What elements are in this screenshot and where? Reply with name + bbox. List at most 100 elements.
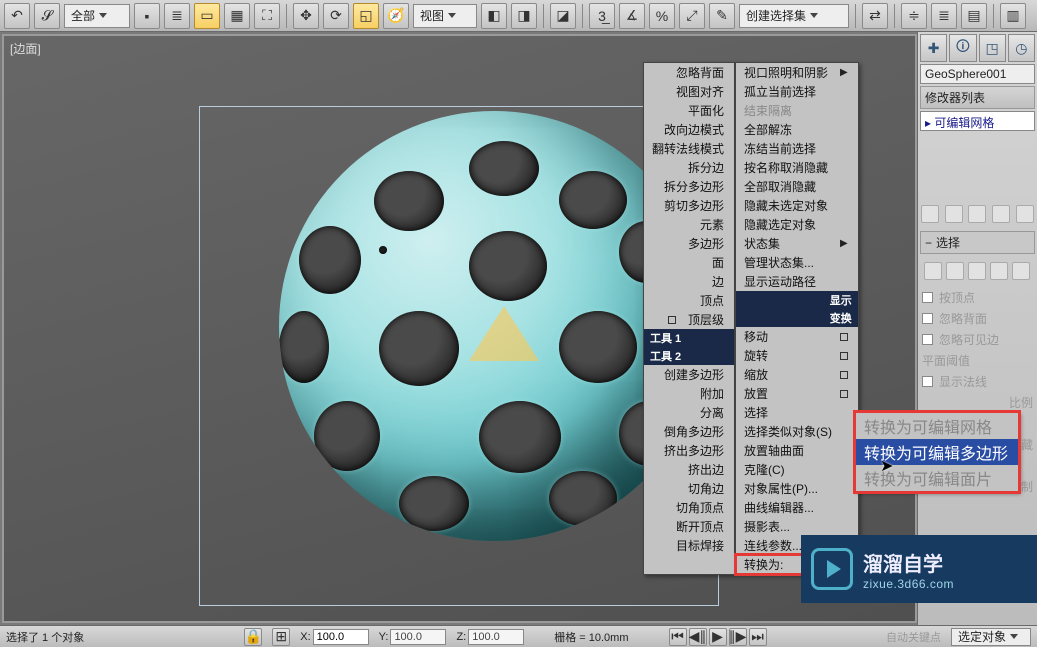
context-menu-item[interactable]: 按名称取消隐藏 bbox=[736, 158, 858, 177]
motion-tab-icon[interactable]: ◷ bbox=[1008, 34, 1035, 62]
hierarchy-tab-icon[interactable]: ◳ bbox=[979, 34, 1006, 62]
context-menu-item[interactable]: 挤出多边形 bbox=[644, 441, 734, 460]
spinner-snap-icon[interactable]: ⤢ bbox=[679, 3, 705, 29]
poly-subobj-icon[interactable] bbox=[990, 262, 1008, 280]
context-menu-item[interactable]: 拆分边 bbox=[644, 158, 734, 177]
select-rect-icon[interactable]: ▭ bbox=[194, 3, 220, 29]
scope-dropdown[interactable]: 全部 bbox=[64, 4, 130, 28]
face-subobj-icon[interactable] bbox=[968, 262, 986, 280]
angle-snap-icon[interactable]: ∡ bbox=[619, 3, 645, 29]
context-menu-item[interactable]: 孤立当前选择 bbox=[736, 82, 858, 101]
context-menu-item[interactable]: 全部取消隐藏 bbox=[736, 177, 858, 196]
x-input[interactable] bbox=[313, 629, 369, 645]
context-menu-item[interactable]: 分离 bbox=[644, 403, 734, 422]
configure-icon[interactable] bbox=[1016, 205, 1034, 223]
select-name-icon[interactable]: ≣ bbox=[164, 3, 190, 29]
by-vertex-checkbox[interactable] bbox=[922, 292, 933, 303]
goto-start-icon[interactable]: ⏮ bbox=[669, 628, 687, 646]
select-crossing-icon[interactable]: ⛶ bbox=[254, 3, 280, 29]
context-menu-item[interactable]: 选择 bbox=[736, 403, 858, 422]
context-menu-item[interactable]: 放置轴曲面 bbox=[736, 441, 858, 460]
pin-stack-icon[interactable] bbox=[921, 205, 939, 223]
context-menu-item[interactable]: 对象属性(P)... bbox=[736, 479, 858, 498]
context-menu-item[interactable]: 忽略背面 bbox=[644, 63, 734, 82]
vertex-subobj-icon[interactable] bbox=[924, 262, 942, 280]
context-menu-item[interactable]: 状态集▶ bbox=[736, 234, 858, 253]
abs-mode-icon[interactable]: ⊞ bbox=[272, 628, 290, 646]
context-menu-item[interactable]: 改向边模式 bbox=[644, 120, 734, 139]
z-input[interactable] bbox=[468, 629, 524, 645]
next-frame-icon[interactable]: ∥▶ bbox=[729, 628, 747, 646]
context-menu-item[interactable]: 平面化 bbox=[644, 101, 734, 120]
context-menu-item[interactable]: 缩放 bbox=[736, 365, 858, 384]
named-set-dropdown[interactable]: 创建选择集 bbox=[739, 4, 849, 28]
context-menu-item[interactable]: 转换为可编辑网格 bbox=[856, 413, 1018, 439]
snap3-icon[interactable]: 3̲ bbox=[589, 3, 615, 29]
pivot2-icon[interactable]: ◨ bbox=[511, 3, 537, 29]
context-menu-item[interactable]: 剪切多边形 bbox=[644, 196, 734, 215]
context-menu-item[interactable]: 面 bbox=[644, 253, 734, 272]
selection-rollout-header[interactable]: − 选择 bbox=[920, 231, 1035, 254]
context-menu-item[interactable]: 翻转法线模式 bbox=[644, 139, 734, 158]
show-normals-checkbox[interactable] bbox=[922, 376, 933, 387]
create-tab-icon[interactable]: ✚ bbox=[920, 34, 947, 62]
context-menu-item[interactable]: 挤出边 bbox=[644, 460, 734, 479]
modify-tab-icon[interactable]: 🛈 bbox=[949, 34, 976, 62]
context-menu-item[interactable]: 倒角多边形 bbox=[644, 422, 734, 441]
context-menu-item[interactable]: 切角顶点 bbox=[644, 498, 734, 517]
context-menu-item[interactable]: 全部解冻 bbox=[736, 120, 858, 139]
ribbon-icon[interactable]: ▥ bbox=[1000, 3, 1026, 29]
context-menu-item[interactable]: 管理状态集... bbox=[736, 253, 858, 272]
context-menu-item[interactable]: 移动 bbox=[736, 327, 858, 346]
context-menu-item[interactable]: 附加 bbox=[644, 384, 734, 403]
lock-selection-icon[interactable]: 🔒 bbox=[244, 628, 262, 646]
transform-gizmo[interactable] bbox=[464, 296, 544, 376]
context-menu-item[interactable]: 摄影表... bbox=[736, 517, 858, 536]
context-menu-item[interactable]: 放置 bbox=[736, 384, 858, 403]
percent-snap-icon[interactable]: % bbox=[649, 3, 675, 29]
remove-mod-icon[interactable] bbox=[992, 205, 1010, 223]
context-menu-item[interactable]: 显示运动路径 bbox=[736, 272, 858, 291]
pivot-icon[interactable]: ◧ bbox=[481, 3, 507, 29]
link-icon[interactable]: 𝓢 bbox=[34, 3, 60, 29]
context-menu-item[interactable]: 拆分多边形 bbox=[644, 177, 734, 196]
y-input[interactable] bbox=[390, 629, 446, 645]
rotate-icon[interactable]: ⟳ bbox=[323, 3, 349, 29]
key-filters-dropdown[interactable]: 选定对象 bbox=[951, 628, 1031, 646]
place-icon[interactable]: 🧭 bbox=[383, 3, 409, 29]
ignore-visible-checkbox[interactable] bbox=[922, 334, 933, 345]
edit-named-icon[interactable]: ✎ bbox=[709, 3, 735, 29]
context-menu-item[interactable]: 隐藏未选定对象 bbox=[736, 196, 858, 215]
context-menu-item[interactable]: 克隆(C) bbox=[736, 460, 858, 479]
context-menu-item[interactable]: 目标焊接 bbox=[644, 536, 734, 555]
context-menu-item[interactable]: 视图对齐 bbox=[644, 82, 734, 101]
context-menu-item[interactable]: 隐藏选定对象 bbox=[736, 215, 858, 234]
goto-end-icon[interactable]: ⏭ bbox=[749, 628, 767, 646]
context-menu-item[interactable]: 元素 bbox=[644, 215, 734, 234]
object-name-field[interactable]: GeoSphere001 bbox=[920, 64, 1035, 84]
context-menu-item[interactable]: 顶层级 bbox=[644, 310, 734, 329]
prev-frame-icon[interactable]: ◀∥ bbox=[689, 628, 707, 646]
element-subobj-icon[interactable] bbox=[1012, 262, 1030, 280]
manip-icon[interactable]: ◪ bbox=[550, 3, 576, 29]
show-end-icon[interactable] bbox=[945, 205, 963, 223]
context-menu-item[interactable]: 曲线编辑器... bbox=[736, 498, 858, 517]
context-menu-item[interactable]: 边 bbox=[644, 272, 734, 291]
refcoord-dropdown[interactable]: 视图 bbox=[413, 4, 477, 28]
edge-subobj-icon[interactable] bbox=[946, 262, 964, 280]
auto-key-button[interactable]: 自动关键点 bbox=[886, 629, 941, 645]
ignore-backface-checkbox[interactable] bbox=[922, 313, 933, 324]
context-menu-item[interactable]: 断开顶点 bbox=[644, 517, 734, 536]
scene-explorer-icon[interactable]: ▤ bbox=[961, 3, 987, 29]
context-menu-item[interactable]: 多边形 bbox=[644, 234, 734, 253]
context-menu-item[interactable]: 创建多边形 bbox=[644, 365, 734, 384]
undo-icon[interactable]: ↶ bbox=[4, 3, 30, 29]
move-icon[interactable]: ✥ bbox=[293, 3, 319, 29]
context-menu-item[interactable]: 冻结当前选择 bbox=[736, 139, 858, 158]
modifier-list-dropdown[interactable]: 修改器列表 bbox=[920, 86, 1035, 109]
context-menu-item[interactable]: 切角边 bbox=[644, 479, 734, 498]
select-window-icon[interactable]: ▦ bbox=[224, 3, 250, 29]
context-menu-item[interactable]: 结束隔离 bbox=[736, 101, 858, 120]
context-menu-item[interactable]: 视口照明和阴影▶ bbox=[736, 63, 858, 82]
scale-icon[interactable]: ◱ bbox=[353, 3, 379, 29]
